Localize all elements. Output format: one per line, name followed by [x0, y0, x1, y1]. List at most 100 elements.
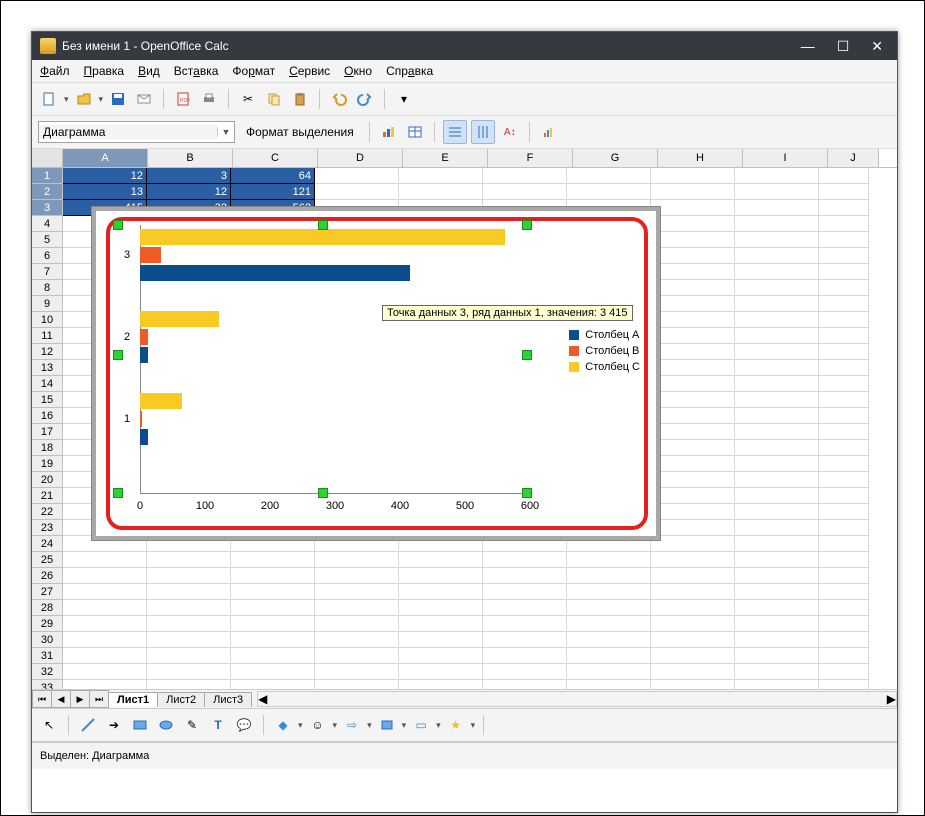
cell[interactable] [819, 584, 869, 600]
cell[interactable] [651, 216, 735, 232]
cell[interactable] [735, 264, 819, 280]
row-head[interactable]: 20 [32, 472, 63, 488]
cell[interactable] [651, 568, 735, 584]
col-head-H[interactable]: H [658, 149, 743, 167]
sheet-nav-prev[interactable]: ◀ [51, 690, 71, 708]
chart-bar[interactable] [140, 311, 219, 327]
cell[interactable] [567, 680, 651, 689]
chart-bar[interactable] [140, 329, 148, 345]
cell[interactable] [819, 312, 869, 328]
cell[interactable] [147, 632, 231, 648]
row-head[interactable]: 8 [32, 280, 63, 296]
cell[interactable] [231, 680, 315, 689]
data-table-icon[interactable] [404, 121, 426, 143]
sheet-tab-3[interactable]: Лист3 [204, 692, 252, 707]
row-head[interactable]: 26 [32, 568, 63, 584]
cell[interactable] [735, 280, 819, 296]
row-head[interactable]: 25 [32, 552, 63, 568]
row-head[interactable]: 22 [32, 504, 63, 520]
cell[interactable] [735, 456, 819, 472]
paste-icon[interactable] [289, 88, 311, 110]
row-head[interactable]: 7 [32, 264, 63, 280]
cell[interactable]: 121 [231, 184, 315, 200]
cell[interactable] [315, 664, 399, 680]
cell[interactable] [819, 648, 869, 664]
undo-icon[interactable] [328, 88, 350, 110]
row-head[interactable]: 18 [32, 440, 63, 456]
row-head[interactable]: 17 [32, 424, 63, 440]
cell[interactable] [567, 664, 651, 680]
cell[interactable]: 64 [231, 168, 315, 184]
menu-view[interactable]: Вид [138, 64, 160, 78]
cell[interactable] [315, 632, 399, 648]
cell[interactable] [147, 584, 231, 600]
cell[interactable] [147, 552, 231, 568]
cell[interactable] [651, 600, 735, 616]
cell[interactable] [231, 664, 315, 680]
row-head[interactable]: 4 [32, 216, 63, 232]
cell[interactable] [483, 632, 567, 648]
cell[interactable] [483, 616, 567, 632]
shapes-diamond-icon[interactable]: ◆ [272, 714, 294, 736]
cell[interactable] [735, 328, 819, 344]
cell[interactable] [483, 680, 567, 689]
chart-handle[interactable] [318, 220, 328, 230]
cell[interactable] [231, 584, 315, 600]
cell[interactable] [315, 680, 399, 689]
cell[interactable] [63, 648, 147, 664]
cell[interactable] [63, 616, 147, 632]
cell[interactable] [735, 344, 819, 360]
cell[interactable] [819, 456, 869, 472]
cell[interactable] [147, 616, 231, 632]
chart-bar[interactable] [140, 347, 148, 363]
cell[interactable] [651, 472, 735, 488]
cell[interactable] [231, 552, 315, 568]
cell[interactable] [735, 216, 819, 232]
row-head[interactable]: 24 [32, 536, 63, 552]
cell[interactable] [651, 520, 735, 536]
open-icon[interactable] [73, 88, 95, 110]
cell[interactable] [819, 392, 869, 408]
row-head[interactable]: 30 [32, 632, 63, 648]
cell[interactable] [735, 232, 819, 248]
cell[interactable] [651, 536, 735, 552]
sheet-nav-next[interactable]: ▶ [70, 690, 90, 708]
cell[interactable] [735, 408, 819, 424]
menu-tools[interactable]: Сервис [289, 64, 330, 78]
cell[interactable] [315, 648, 399, 664]
cell[interactable] [399, 680, 483, 689]
save-icon[interactable] [107, 88, 129, 110]
shapes-flow-icon[interactable] [376, 714, 398, 736]
cell[interactable] [567, 616, 651, 632]
chart-handle[interactable] [113, 488, 123, 498]
cell[interactable] [819, 328, 869, 344]
cell[interactable] [735, 440, 819, 456]
sheet-tab-1[interactable]: Лист1 [108, 692, 158, 707]
cut-icon[interactable]: ✂ [237, 88, 259, 110]
cell[interactable] [651, 280, 735, 296]
cell[interactable] [819, 664, 869, 680]
row-head[interactable]: 31 [32, 648, 63, 664]
cell[interactable] [651, 648, 735, 664]
cell[interactable] [819, 360, 869, 376]
cell[interactable] [735, 376, 819, 392]
cell[interactable] [567, 648, 651, 664]
cell[interactable] [819, 568, 869, 584]
cell[interactable] [399, 184, 483, 200]
cell[interactable] [651, 328, 735, 344]
row-head[interactable]: 10 [32, 312, 63, 328]
cell[interactable] [567, 632, 651, 648]
cell[interactable] [231, 632, 315, 648]
row-head[interactable]: 2 [32, 184, 63, 200]
cell[interactable] [231, 568, 315, 584]
chart-bar[interactable] [140, 229, 505, 245]
cell[interactable] [819, 296, 869, 312]
cell[interactable] [567, 568, 651, 584]
cell[interactable] [735, 648, 819, 664]
cell[interactable] [819, 264, 869, 280]
cell[interactable]: 13 [63, 184, 147, 200]
cell[interactable] [483, 184, 567, 200]
redo-icon[interactable] [354, 88, 376, 110]
col-head-D[interactable]: D [318, 149, 403, 167]
menu-insert[interactable]: Вставка [174, 64, 219, 78]
